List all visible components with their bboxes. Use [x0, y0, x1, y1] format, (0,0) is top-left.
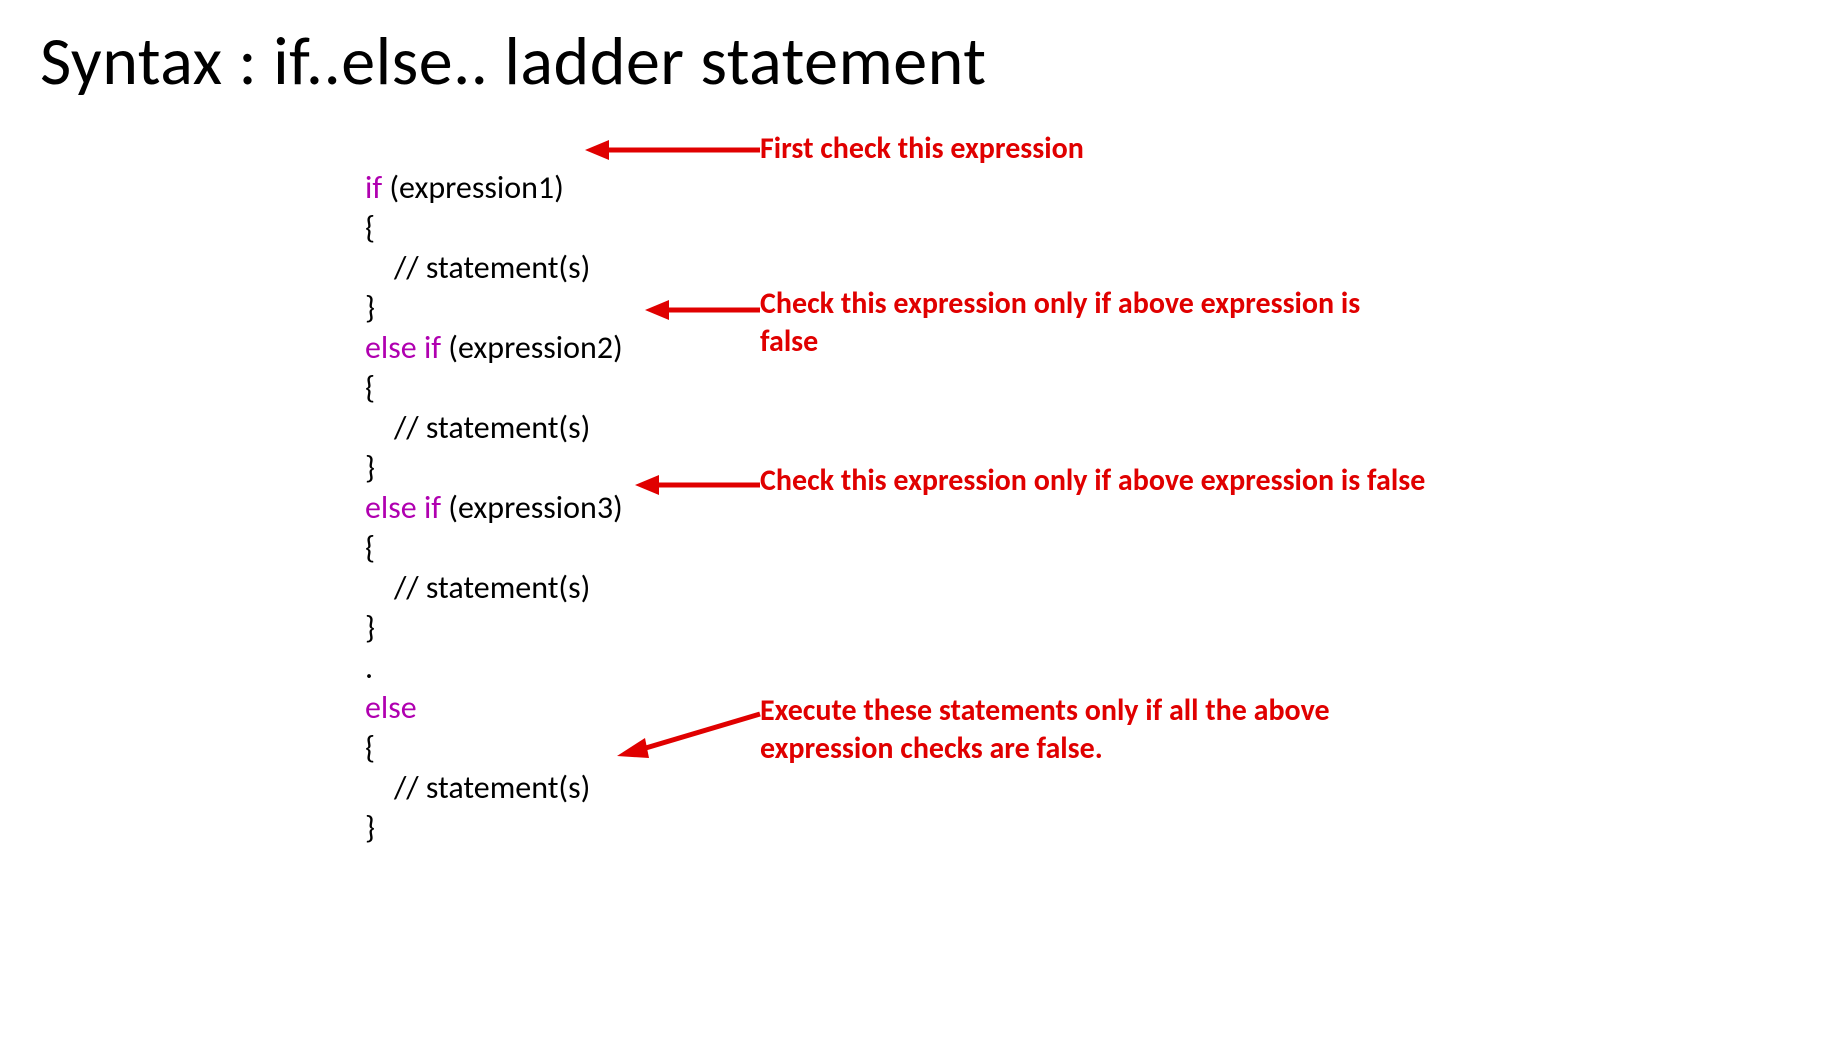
statements1: // statement(s) [365, 248, 590, 287]
annotation-1: First check this expression [760, 130, 1084, 168]
statements4: // statement(s) [365, 768, 590, 807]
arrow-3 [635, 470, 765, 505]
annotation-4: Execute these statements only if all the… [760, 692, 1420, 768]
code-block: if (expression1) { // statement(s) } els… [365, 128, 623, 848]
keyword-else: else [365, 688, 417, 727]
dot: . [365, 648, 373, 687]
close-brace3: } [365, 608, 375, 647]
keyword-elseif2: else if [365, 488, 448, 527]
annotation-3: Check this expression only if above expr… [760, 462, 1460, 500]
arrow-4 [615, 700, 765, 765]
annotation-2: Check this expression only if above expr… [760, 285, 1420, 361]
keyword-if: if [365, 168, 389, 207]
open-brace: { [365, 208, 375, 247]
statements2: // statement(s) [365, 408, 590, 447]
open-brace4: { [365, 728, 375, 767]
statements3: // statement(s) [365, 568, 590, 607]
open-brace2: { [365, 368, 375, 407]
keyword-elseif1: else if [365, 328, 448, 367]
arrow-1 [585, 135, 765, 170]
arrow-2 [645, 295, 765, 330]
expr3: (expression3) [448, 488, 622, 527]
open-brace3: { [365, 528, 375, 567]
close-brace4: } [365, 808, 375, 847]
expr1: (expression1) [389, 168, 563, 207]
expr2: (expression2) [448, 328, 622, 367]
close-brace: } [365, 288, 375, 327]
slide-title: Syntax : if..else.. ladder statement [40, 20, 1845, 103]
close-brace2: } [365, 448, 375, 487]
